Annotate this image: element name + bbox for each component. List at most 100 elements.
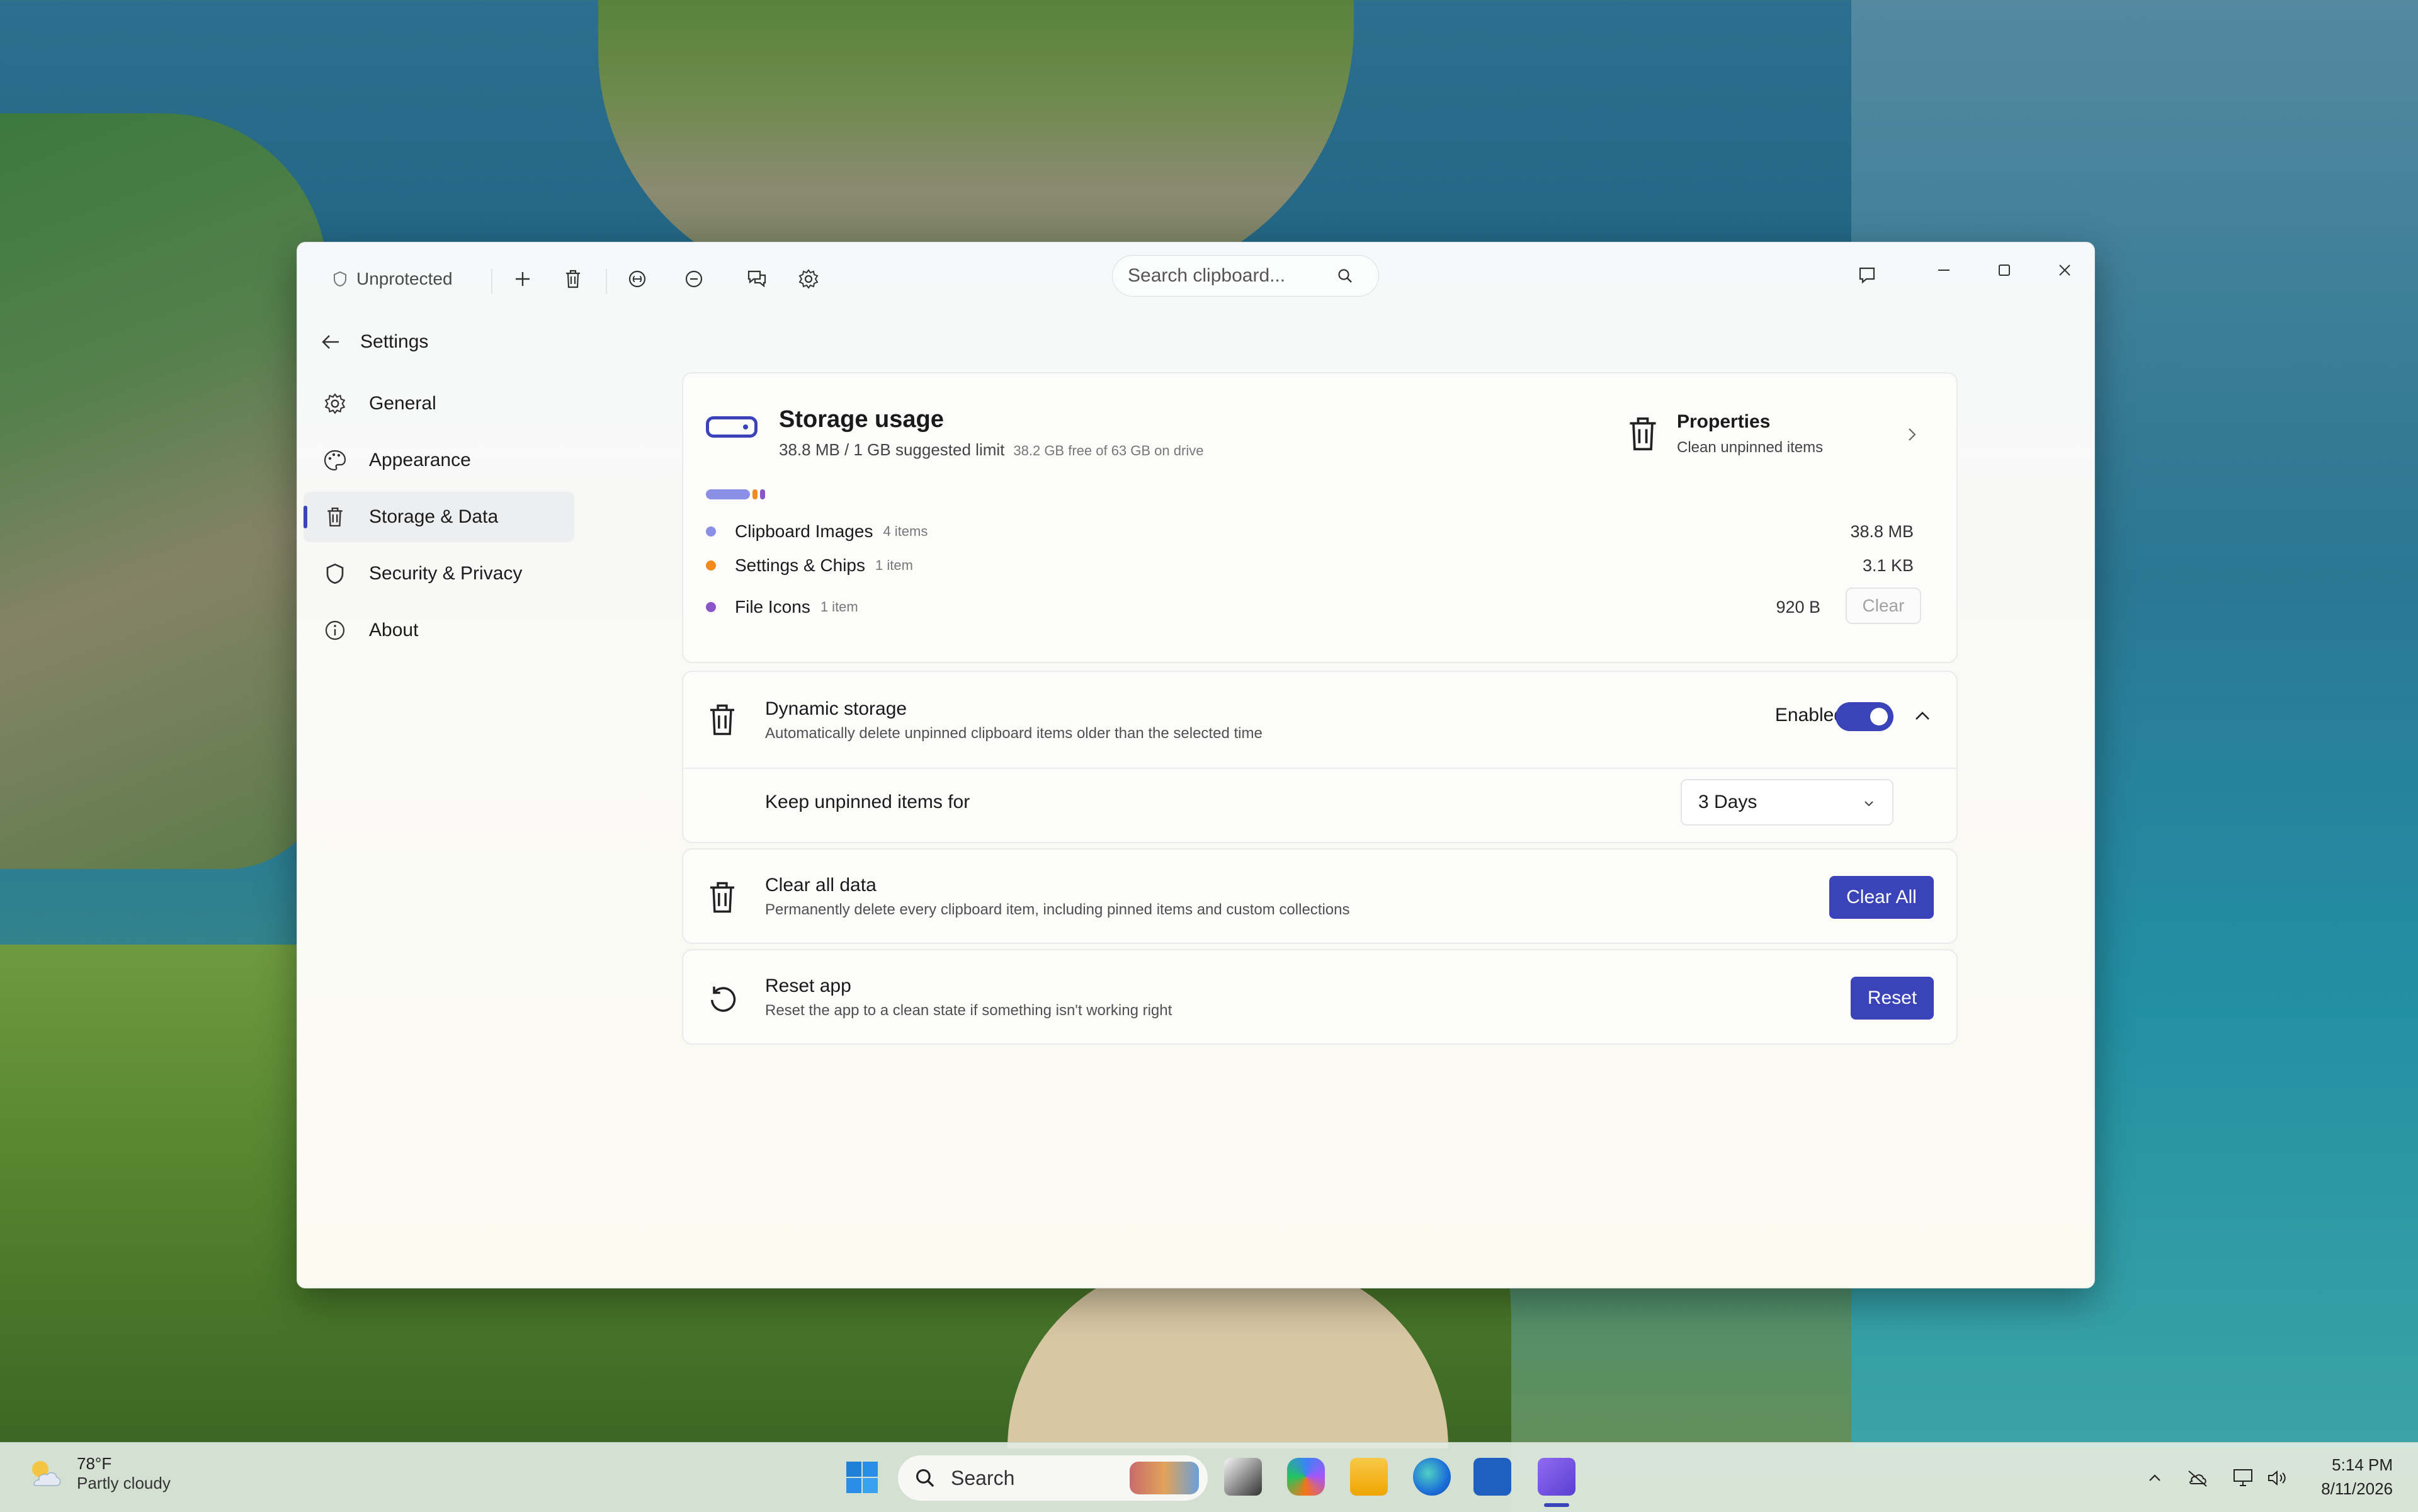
maximize-button[interactable] bbox=[1976, 251, 2033, 289]
link-off-icon bbox=[628, 270, 646, 288]
minus-button[interactable] bbox=[675, 260, 713, 298]
network-icon[interactable] bbox=[2229, 1464, 2257, 1492]
palette-icon bbox=[322, 448, 348, 473]
category-name: File Icons bbox=[735, 597, 810, 617]
clipboard-app-icon[interactable] bbox=[1538, 1458, 1575, 1496]
bar-segment-icons bbox=[760, 489, 765, 499]
nav-item-security[interactable]: Security & Privacy bbox=[304, 549, 574, 599]
taskbar-search[interactable]: Search bbox=[898, 1455, 1208, 1501]
category-size: 3.1 KB bbox=[1862, 555, 1914, 575]
search-input[interactable] bbox=[1127, 264, 1337, 287]
storage-usage-text: 38.8 MB / 1 GB suggested limit 38.2 GB fr… bbox=[779, 440, 1203, 460]
properties-subtitle: Clean unpinned items bbox=[1677, 439, 1824, 456]
reset-icon bbox=[710, 986, 736, 1012]
storage-row: Settings & Chips 1 item 3.1 KB bbox=[706, 550, 1936, 581]
keep-duration-select[interactable]: 3 Days bbox=[1681, 779, 1893, 826]
shield-icon bbox=[322, 561, 348, 586]
keep-duration-value: 3 Days bbox=[1698, 792, 1757, 812]
nav-item-appearance[interactable]: Appearance bbox=[304, 435, 574, 486]
trash-icon bbox=[566, 270, 580, 288]
protection-status[interactable]: Unprotected bbox=[332, 264, 453, 294]
bar-segment-settings bbox=[752, 489, 758, 499]
task-view-icon[interactable] bbox=[1224, 1458, 1262, 1496]
file-explorer-icon[interactable] bbox=[1350, 1458, 1388, 1496]
nav-item-storage[interactable]: Storage & Data bbox=[304, 492, 574, 542]
message-icon bbox=[1859, 267, 1875, 284]
minimize-icon bbox=[1938, 270, 1950, 271]
drive-icon bbox=[706, 416, 758, 438]
reset-app-card: Reset app Reset the app to a clean state… bbox=[682, 949, 1958, 1045]
feedback-button[interactable] bbox=[1839, 256, 1895, 294]
dynamic-storage-toggle[interactable] bbox=[1836, 702, 1893, 731]
chevron-up-icon[interactable] bbox=[2141, 1464, 2169, 1492]
category-size: 920 B bbox=[1776, 597, 1820, 617]
partly-cloudy-icon bbox=[32, 1461, 61, 1486]
search-highlight-icon bbox=[1130, 1462, 1199, 1494]
clear-all-card: Clear all data Permanently delete every … bbox=[682, 848, 1958, 944]
chat-bubbles-icon bbox=[747, 270, 766, 288]
clear-file-icons-button[interactable]: Clear bbox=[1846, 588, 1921, 624]
nav-item-about[interactable]: About bbox=[304, 605, 574, 656]
category-name: Clipboard Images bbox=[735, 521, 873, 541]
chevron-down-icon bbox=[1865, 801, 1873, 807]
weather-temp: 78°F bbox=[77, 1454, 112, 1473]
properties-link[interactable]: Properties Clean unpinned items bbox=[1619, 406, 1934, 469]
close-icon bbox=[2059, 264, 2070, 276]
clear-all-button[interactable]: Clear All bbox=[1829, 876, 1934, 919]
close-button[interactable] bbox=[2036, 251, 2093, 289]
properties-title: Properties bbox=[1677, 411, 1771, 432]
start-button[interactable] bbox=[844, 1459, 880, 1496]
cloud-off-icon[interactable] bbox=[2184, 1464, 2211, 1492]
nav-label: Security & Privacy bbox=[369, 563, 523, 584]
storage-title: Storage usage bbox=[779, 406, 944, 433]
bar-segment-images bbox=[706, 489, 750, 499]
clear-all-desc: Permanently delete every clipboard item,… bbox=[765, 901, 1350, 918]
volume-icon[interactable] bbox=[2263, 1464, 2291, 1492]
toolbar-divider bbox=[491, 269, 492, 294]
keep-items-label: Keep unpinned items for bbox=[765, 792, 970, 812]
reset-button[interactable]: Reset bbox=[1851, 977, 1934, 1020]
dynamic-storage-title: Dynamic storage bbox=[765, 698, 907, 719]
clipboard-search[interactable] bbox=[1112, 255, 1379, 297]
delete-button[interactable] bbox=[554, 260, 592, 298]
nav-item-general[interactable]: General bbox=[304, 378, 574, 429]
chat-button[interactable] bbox=[738, 260, 776, 298]
weather-condition: Partly cloudy bbox=[77, 1474, 171, 1492]
info-icon bbox=[322, 618, 348, 643]
toolbar-divider bbox=[606, 269, 607, 294]
chevron-up-icon[interactable] bbox=[1911, 705, 1934, 727]
minimize-button[interactable] bbox=[1916, 251, 1972, 289]
settings-back[interactable]: Settings bbox=[320, 323, 428, 361]
back-arrow-icon bbox=[322, 335, 339, 349]
storage-usage-bar bbox=[706, 489, 765, 499]
divider bbox=[683, 768, 1956, 769]
link-button[interactable] bbox=[618, 260, 656, 298]
trash-icon bbox=[710, 882, 735, 913]
shield-icon bbox=[334, 271, 346, 287]
category-dot bbox=[706, 526, 716, 537]
search-icon bbox=[1338, 269, 1352, 283]
page-title: Settings bbox=[360, 331, 429, 352]
nav-label: Storage & Data bbox=[369, 506, 499, 527]
clock-time: 5:14 PM bbox=[2332, 1455, 2393, 1474]
reset-title: Reset app bbox=[765, 975, 851, 996]
edge-icon[interactable] bbox=[1413, 1458, 1451, 1496]
store-icon[interactable] bbox=[1473, 1458, 1511, 1496]
taskbar-search-label: Search bbox=[951, 1466, 1015, 1489]
weather-widget[interactable]: 78°F Partly cloudy bbox=[25, 1454, 171, 1493]
add-button[interactable] bbox=[504, 260, 542, 298]
maximize-icon bbox=[1999, 264, 2010, 276]
storage-row: File Icons 1 item 920 B Clear bbox=[706, 588, 1936, 624]
settings-button[interactable] bbox=[790, 260, 827, 298]
storage-usage: 38.8 MB / 1 GB suggested limit bbox=[779, 440, 1005, 459]
settings-nav: General Appearance Storage & Data Securi… bbox=[304, 378, 574, 662]
nav-label: Appearance bbox=[369, 450, 471, 470]
minus-circle-icon bbox=[685, 270, 703, 288]
clear-all-title: Clear all data bbox=[765, 875, 877, 895]
system-clock[interactable]: 5:14 PM 8/11/2026 bbox=[2321, 1453, 2393, 1501]
drive-free: 38.2 GB free of 63 GB on drive bbox=[1013, 443, 1204, 458]
reset-desc: Reset the app to a clean state if someth… bbox=[765, 1002, 1172, 1019]
gear-icon bbox=[322, 391, 348, 416]
copilot-icon[interactable] bbox=[1287, 1458, 1325, 1496]
nav-label: About bbox=[369, 620, 419, 640]
